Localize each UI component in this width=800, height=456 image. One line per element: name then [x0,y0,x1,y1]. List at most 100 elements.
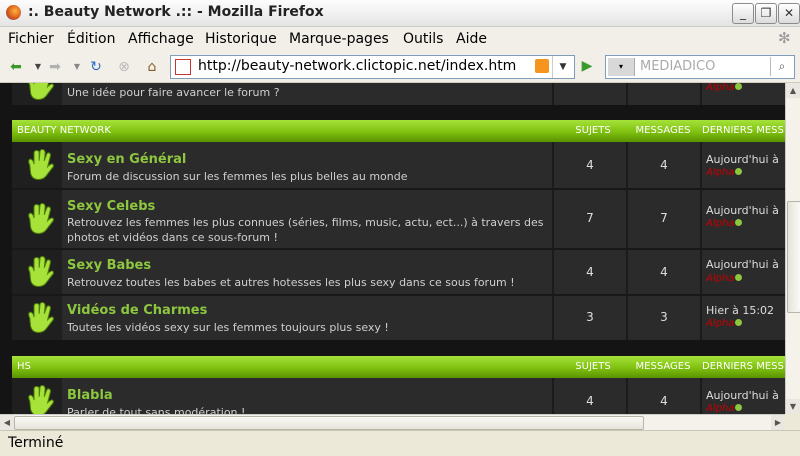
address-bar[interactable]: http://beauty-network.clictopic.net/inde… [170,55,575,79]
column-header-last-posts: DERNIERS MESS [702,361,784,372]
online-status-icon [735,319,743,326]
horizontal-scrollbar[interactable]: ◀ ▶ [0,414,785,430]
last-post-author[interactable]: Alpha [706,273,743,284]
column-header-sujets: SUJETS [575,125,611,136]
forum-row: Vidéos de Charmes Toutes les vidéos sexy… [12,296,785,340]
last-post-author[interactable]: Alpha [706,403,743,414]
last-post-author[interactable]: Alpha [706,218,743,229]
minimize-button[interactable]: _ [732,3,754,24]
posts-count: 4 [660,394,668,408]
go-button[interactable]: ▶ [578,57,596,75]
hand-forum-icon [28,148,54,180]
online-status-icon [735,83,743,90]
category-header: BEAUTY NETWORK SUJETS MESSAGES DERNIERS … [12,120,785,142]
last-post-date: Hier à 15:02 [706,304,775,317]
forward-icon[interactable]: ➡ [45,57,65,77]
last-post-date: Aujourd'hui à [706,153,779,166]
stop-icon[interactable]: ⊗ [114,57,134,77]
throbber-icon: ✻ [778,29,791,47]
forum-title-link[interactable]: Sexy Babes [67,258,151,273]
forum-title-link[interactable]: Sexy Celebs [67,199,155,214]
url-dropdown-icon[interactable]: ▼ [552,56,573,78]
forum-row: Sexy Celebs Retrouvez les femmes les plu… [12,190,785,248]
hand-forum-icon [28,202,54,234]
forum-description: Une idée pour faire avancer le forum ? [67,86,280,99]
menu-fichier[interactable]: Fichier [8,31,54,47]
forum-description: Parler de tout sans modération ! [67,406,246,414]
last-post-author[interactable]: Alpha [706,83,743,93]
category-title[interactable]: HS [17,361,31,372]
online-status-icon [735,168,743,175]
maximize-button[interactable]: ❐ [755,3,777,24]
column-header-messages: MESSAGES [635,125,691,136]
last-post-date: Aujourd'hui à [706,389,779,402]
back-icon[interactable]: ⬅ [6,57,26,77]
forum-description: Forum de discussion sur les femmes les p… [67,170,408,183]
last-post-author[interactable]: Alpha [706,167,743,178]
hand-forum-icon [28,83,54,100]
posts-count: 3 [660,310,668,324]
posts-count: 7 [660,211,668,225]
topics-count: 1 [554,83,626,85]
menu-marque-pages[interactable]: Marque-pages [289,31,389,47]
menu-affichage[interactable]: Affichage [128,31,194,47]
online-status-icon [735,274,743,281]
hand-forum-icon [28,301,54,333]
forum-title-link[interactable]: Blabla [67,388,113,403]
reload-icon[interactable]: ↻ [86,57,106,77]
search-box[interactable]: ▾ MEDIADICO ⌕ [605,55,795,79]
menu-historique[interactable]: Historique [205,31,277,47]
topics-count: 4 [586,158,594,172]
last-post-author[interactable]: Alpha [706,318,743,329]
category-title[interactable]: BEAUTY NETWORK [17,125,111,136]
window-title: :. Beauty Network .:: - Mozilla Firefox [28,4,324,20]
horizontal-scroll-thumb[interactable] [14,416,644,430]
forum-row: Sexy Babes Retrouvez toutes les babes et… [12,250,785,294]
forum-description: Toutes les vidéos sexy sur les femmes to… [67,321,389,334]
menu-outils[interactable]: Outils [403,31,443,47]
category-header: HS SUJETS MESSAGES DERNIERS MESS [12,356,785,378]
url-text[interactable]: http://beauty-network.clictopic.net/inde… [198,58,516,74]
firefox-logo-icon [6,5,21,20]
home-icon[interactable]: ⌂ [142,57,162,77]
posts-count: 4 [660,265,668,279]
site-favicon-icon [175,59,191,75]
forum-title-link[interactable]: Vidéos de Charmes [67,303,207,318]
scroll-down-arrow-icon[interactable]: ▼ [786,399,800,414]
close-button[interactable]: ✕ [778,3,800,24]
online-status-icon [735,404,743,411]
posts-count: 1 [628,83,700,85]
forward-history-chevron-icon[interactable]: ▼ [67,57,87,77]
last-post-date: Aujourd'hui à [706,204,779,217]
menu-aide[interactable]: Aide [456,31,487,47]
vertical-scroll-thumb[interactable] [787,201,800,313]
menu-bar: Fichier Édition Affichage Historique Mar… [0,27,800,51]
status-text: Terminé [8,435,64,451]
scroll-right-arrow-icon[interactable]: ▶ [771,415,785,430]
topics-count: 4 [586,394,594,408]
forum-row: Blabla Parler de tout sans modération ! … [12,378,785,414]
column-header-last-posts: DERNIERS MESS [702,125,784,136]
search-engine-icon[interactable]: ▾ [608,58,635,76]
forum-description: Retrouvez toutes les babes et autres hot… [67,276,515,289]
column-header-messages: MESSAGES [635,361,691,372]
page-content: Une idée pour faire avancer le forum ? 1… [0,83,785,414]
topics-count: 3 [586,310,594,324]
title-bar: :. Beauty Network .:: - Mozilla Firefox … [0,0,800,27]
last-post-date: Aujourd'hui à [706,258,779,271]
forum-title-link[interactable]: Sexy en Général [67,152,186,167]
topics-count: 4 [586,265,594,279]
rss-feed-icon[interactable] [535,59,549,73]
scroll-left-arrow-icon[interactable]: ◀ [0,415,14,430]
search-placeholder[interactable]: MEDIADICO [640,59,715,74]
forum-row-partial: Une idée pour faire avancer le forum ? 1… [12,83,785,105]
posts-count: 4 [660,158,668,172]
magnifier-search-icon[interactable]: ⌕ [770,57,793,76]
scroll-up-arrow-icon[interactable]: ▲ [786,83,800,98]
forum-description: Retrouvez les femmes les plus connues (s… [67,216,544,244]
status-bar: Terminé [0,430,800,456]
menu-edition[interactable]: Édition [67,31,115,47]
scrollbar-corner [785,414,800,429]
topics-count: 7 [586,211,594,225]
vertical-scrollbar[interactable]: ▲ ▼ [785,83,800,414]
